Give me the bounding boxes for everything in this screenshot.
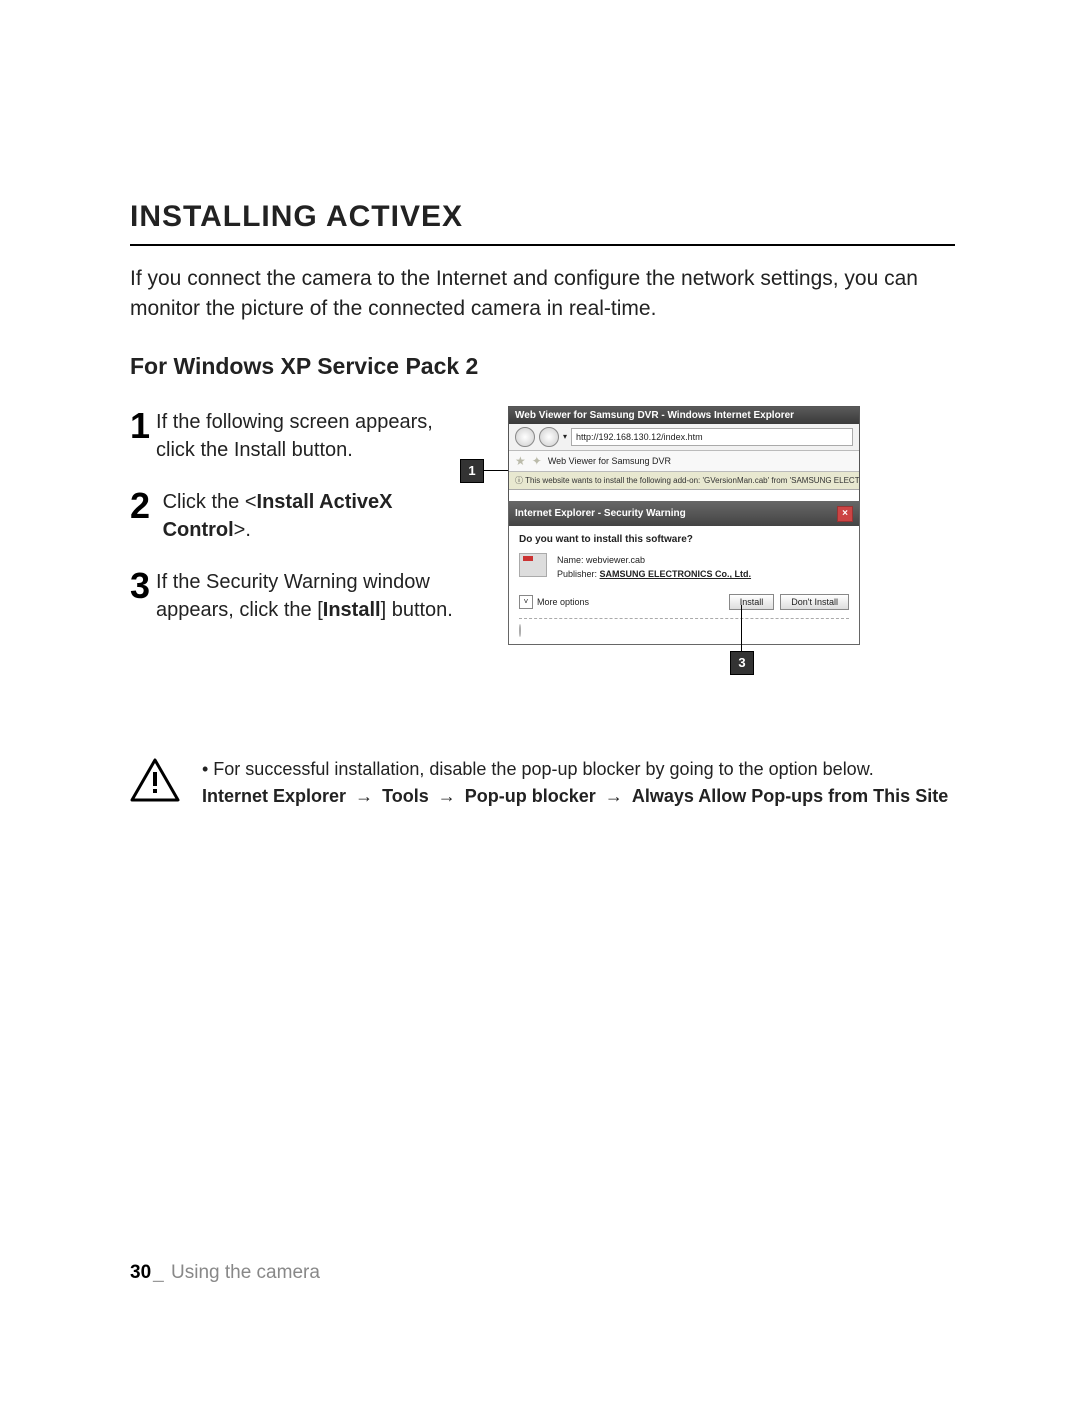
note-path: Internet Explorer → Tools → Pop-up block… xyxy=(202,783,948,810)
name-label: Name: xyxy=(557,555,584,565)
warning-note: • For successful installation, disable t… xyxy=(130,756,955,810)
dialog-question: Do you want to install this software? xyxy=(519,534,849,545)
callout-1: 1 xyxy=(460,459,484,483)
chevron-down-icon: ˅ xyxy=(519,595,533,609)
step-3: 3 If the Security Warning window appears… xyxy=(130,568,470,624)
callout-line xyxy=(741,605,742,651)
software-info: Name: webviewer.cab Publisher: SAMSUNG E… xyxy=(519,553,849,582)
favorites-icon[interactable]: ★ xyxy=(515,454,526,468)
step-number: 3 xyxy=(130,568,150,624)
heading-rule xyxy=(130,244,955,246)
page-footer: 30_ Using the camera xyxy=(130,1262,320,1284)
infobar[interactable]: ⓘ This website wants to install the foll… xyxy=(509,472,859,490)
arrow-icon: → xyxy=(605,786,623,806)
callout-3: 3 xyxy=(730,651,754,675)
installer-icon xyxy=(519,553,547,577)
step-1: 1 If the following screen appears, click… xyxy=(130,408,470,464)
page-number: 30 xyxy=(130,1262,151,1283)
step-number: 1 xyxy=(130,408,150,464)
dont-install-button[interactable]: Don't Install xyxy=(780,594,849,610)
shield-icon xyxy=(519,624,521,637)
infobar-text: This website wants to install the follow… xyxy=(525,476,859,485)
arrow-icon: → xyxy=(438,786,456,806)
forward-icon[interactable] xyxy=(539,427,559,447)
arrow-icon: → xyxy=(355,786,373,806)
section-heading: INSTALLING ACTIVEX xyxy=(130,200,955,234)
window-title: Web Viewer for Samsung DVR - Windows Int… xyxy=(509,407,859,424)
section-name: Using the camera xyxy=(171,1262,320,1283)
steps-list: 1 If the following screen appears, click… xyxy=(130,406,470,648)
dialog-title-bar: Internet Explorer - Security Warning × xyxy=(509,502,859,526)
close-icon[interactable]: × xyxy=(837,506,853,522)
name-value: webviewer.cab xyxy=(586,555,645,565)
publisher-link[interactable]: SAMSUNG ELECTRONICS Co., Ltd. xyxy=(600,569,752,579)
security-warning-dialog: Internet Explorer - Security Warning × D… xyxy=(508,501,860,645)
ie-tab-row: ★ ✦ Web Viewer for Samsung DVR xyxy=(509,451,859,472)
more-options[interactable]: ˅ More options xyxy=(519,595,589,609)
publisher-label: Publisher: xyxy=(557,569,597,579)
path-part: Internet Explorer xyxy=(202,786,346,806)
dialog-title: Internet Explorer - Security Warning xyxy=(515,508,686,519)
sub-heading: For Windows XP Service Pack 2 xyxy=(130,353,955,380)
path-part: Always Allow Pop-ups from This Site xyxy=(632,786,948,806)
step-2: 2 Click the <Install ActiveX Control>. xyxy=(130,488,470,544)
step-text: Click the <Install ActiveX Control>. xyxy=(163,488,470,544)
text: ] button. xyxy=(381,599,453,621)
path-part: Tools xyxy=(382,786,429,806)
tab-label[interactable]: Web Viewer for Samsung DVR xyxy=(548,456,671,466)
more-options-label: More options xyxy=(537,597,589,607)
ie-toolbar: ▾ http://192.168.130.12/index.htm xyxy=(509,424,859,451)
address-bar[interactable]: http://192.168.130.12/index.htm xyxy=(571,428,853,446)
figure-area: 1 Web Viewer for Samsung DVR - Windows I… xyxy=(470,406,955,726)
intro-paragraph: If you connect the camera to the Interne… xyxy=(130,264,955,325)
step-number: 2 xyxy=(130,488,157,544)
text: >. xyxy=(234,519,251,541)
footer-separator: _ xyxy=(153,1262,164,1283)
install-button[interactable]: Install xyxy=(729,594,775,610)
bold-label: Install xyxy=(323,599,381,621)
back-icon[interactable] xyxy=(515,427,535,447)
step-text: If the Security Warning window appears, … xyxy=(156,568,470,624)
caution-icon xyxy=(130,758,180,802)
dialog-footer xyxy=(519,618,849,636)
text: Click the < xyxy=(163,491,257,513)
dropdown-icon[interactable]: ▾ xyxy=(563,432,567,441)
path-part: Pop-up blocker xyxy=(465,786,596,806)
info-icon: ⓘ xyxy=(515,476,525,485)
add-favorite-icon[interactable]: ✦ xyxy=(532,454,542,468)
step-text: If the following screen appears, click t… xyxy=(156,408,470,464)
note-bullet: • For successful installation, disable t… xyxy=(202,756,948,783)
ie-window-mock: Web Viewer for Samsung DVR - Windows Int… xyxy=(508,406,860,505)
